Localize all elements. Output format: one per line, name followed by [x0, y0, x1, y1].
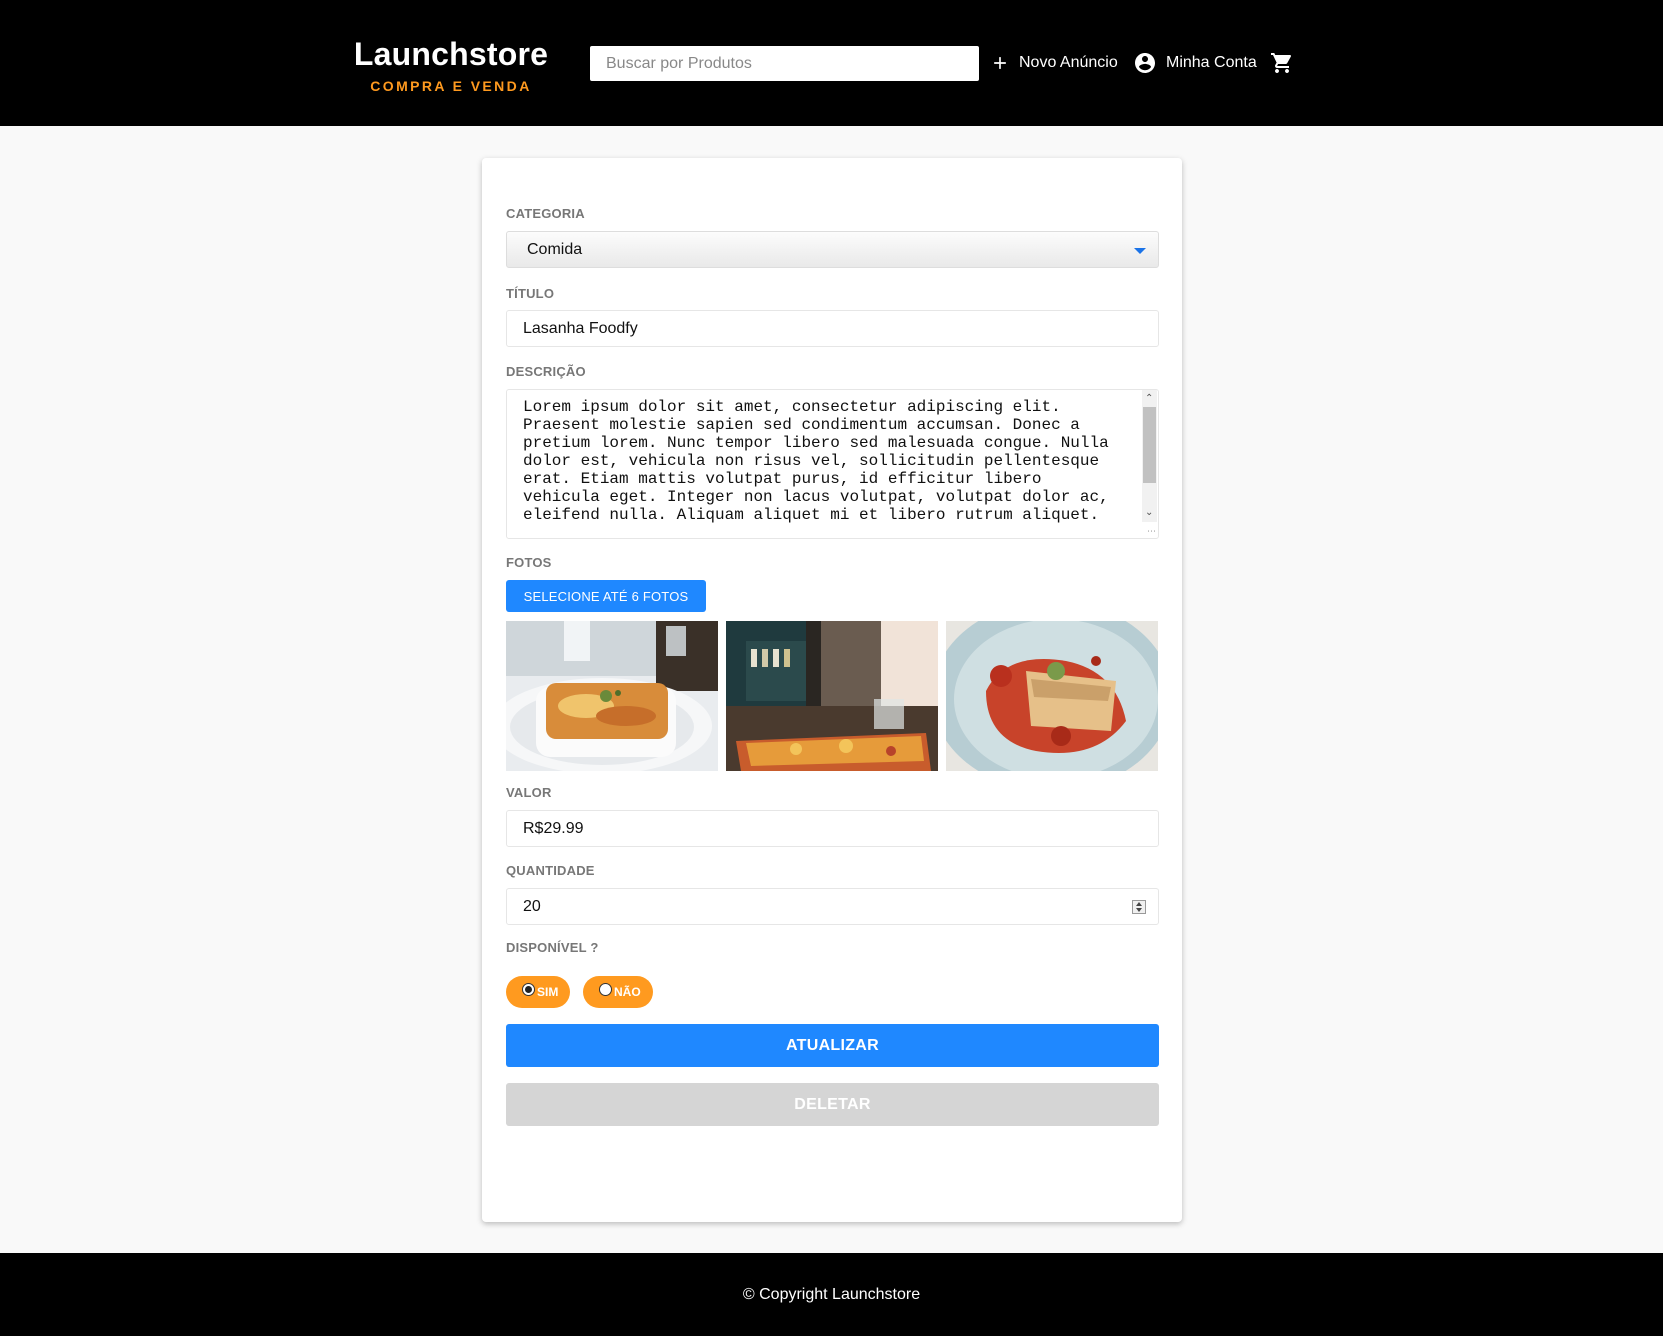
logo-title: Launchstore — [353, 36, 549, 72]
category-select[interactable]: Comida — [506, 231, 1159, 268]
update-button[interactable]: ATUALIZAR — [506, 1024, 1159, 1067]
photos-label: Fotos — [506, 555, 552, 570]
logo-subtitle: COMPRA E VENDA — [370, 78, 532, 94]
category-value: Comida — [527, 240, 583, 258]
product-edit-form: Categoria Comida Título Lasanha Foodfy D… — [482, 158, 1182, 1222]
lasagna-dish-photo[interactable] — [506, 621, 718, 771]
radio-unchecked-icon[interactable] — [599, 982, 612, 996]
resize-handle-icon[interactable]: ⋯ — [1147, 526, 1156, 537]
account-label: Minha Conta — [1166, 54, 1257, 71]
available-yes-label: SIM — [537, 985, 559, 999]
title-input[interactable]: Lasanha Foodfy — [506, 310, 1159, 347]
footer-copyright: © Copyright Launchstore — [742, 1285, 921, 1303]
radio-checked-icon[interactable] — [522, 982, 535, 996]
scroll-down-icon[interactable]: ⌄ — [1145, 507, 1153, 519]
price-label: Valor — [506, 785, 552, 800]
price-input[interactable]: R$29.99 — [506, 810, 1159, 847]
account-circle-icon — [1133, 51, 1157, 75]
category-label: Categoria — [506, 206, 585, 221]
plus-icon — [990, 53, 1010, 73]
lasagna-tray-photo[interactable] — [726, 621, 938, 771]
new-ad-label: Novo Anúncio — [1019, 54, 1118, 71]
description-scrollbar[interactable]: ⌃ ⌄ — [1142, 390, 1157, 522]
description-label: Descrição — [506, 364, 586, 379]
title-label: Título — [506, 286, 555, 301]
quantity-stepper[interactable]: 20 — [506, 888, 1159, 925]
search-input[interactable] — [590, 46, 979, 81]
availability-label: Disponível ? — [506, 940, 599, 955]
description-textarea[interactable]: Lorem ipsum dolor sit amet, consectetur … — [506, 389, 1159, 539]
shopping-cart-icon — [1270, 51, 1294, 75]
select-photos-button[interactable]: Selecione até 6 fotos — [506, 580, 706, 612]
price-value: R$29.99 — [523, 819, 584, 837]
lasagna-plate-photo[interactable] — [946, 621, 1158, 771]
title-value: Lasanha Foodfy — [523, 319, 638, 337]
logo[interactable]: Launchstore COMPRA E VENDA — [351, 36, 551, 96]
description-value: Lorem ipsum dolor sit amet, consectetur … — [523, 398, 1109, 524]
new-ad-link[interactable]: Novo Anúncio — [990, 48, 1118, 78]
stepper-arrows-icon[interactable] — [1132, 900, 1146, 914]
account-link[interactable]: Minha Conta — [1133, 48, 1257, 78]
cart-button[interactable] — [1270, 48, 1294, 78]
top-header: Launchstore COMPRA E VENDA Novo Anúncio … — [0, 0, 1663, 126]
available-yes-radio[interactable]: SIM — [506, 976, 571, 1008]
scroll-up-icon[interactable]: ⌃ — [1145, 393, 1153, 405]
delete-button[interactable]: DELETAR — [506, 1083, 1159, 1126]
chevron-down-icon — [1134, 248, 1146, 254]
page-footer: © Copyright Launchstore — [0, 1253, 1663, 1336]
scroll-thumb[interactable] — [1143, 407, 1156, 483]
quantity-label: Quantidade — [506, 863, 595, 878]
available-no-radio[interactable]: NÃO — [583, 976, 653, 1008]
quantity-value: 20 — [523, 897, 541, 915]
available-no-label: NÃO — [614, 985, 641, 999]
